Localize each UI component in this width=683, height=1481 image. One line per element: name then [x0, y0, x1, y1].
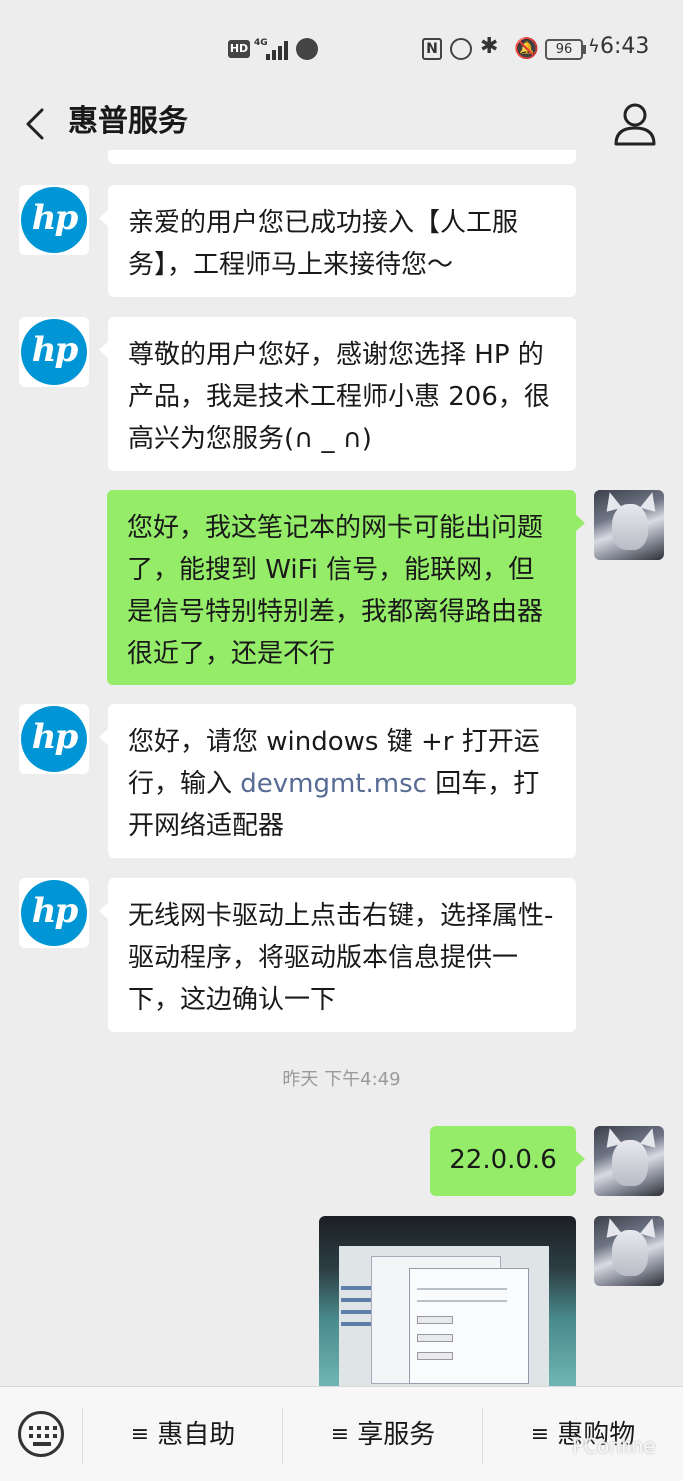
user-avatar[interactable]: [594, 490, 664, 560]
message-bubble-incoming[interactable]: 您好，请您 windows 键 +r 打开运行，输入 devmgmt.msc 回…: [99, 704, 576, 858]
photo-detail: [417, 1316, 453, 1324]
avatar-ear: [639, 1126, 661, 1148]
hp-avatar[interactable]: hp: [19, 185, 89, 255]
photo-detail: [341, 1286, 371, 1290]
image-message[interactable]: [319, 1216, 576, 1388]
user-avatar[interactable]: [594, 1126, 664, 1196]
battery-tip: [583, 45, 586, 54]
menu-divider: [282, 1407, 283, 1463]
hp-logo-text: hp: [31, 198, 79, 238]
status-time: 6:43: [600, 34, 650, 59]
profile-icon[interactable]: [612, 100, 658, 148]
signal-icon: [266, 40, 290, 60]
alarm-icon: [450, 38, 472, 60]
photo-detail: [341, 1310, 371, 1314]
photo-detail: [417, 1300, 507, 1302]
nfc-icon: N: [422, 38, 442, 60]
mute-bell-icon: 🔕: [514, 36, 539, 60]
previous-message-bubble: [108, 150, 576, 164]
menu-item-services[interactable]: ≡ 享服务: [284, 1415, 482, 1455]
hd-icon: HD: [228, 40, 250, 58]
chat-timestamp: 昨天 下午4:49: [282, 1069, 401, 1090]
menu-icon: ≡: [330, 1422, 350, 1447]
menu-divider: [482, 1407, 483, 1463]
hp-avatar[interactable]: hp: [19, 878, 89, 948]
avatar-ear: [639, 1216, 661, 1238]
menu-icon: ≡: [130, 1422, 150, 1447]
page-title: 惠普服务: [68, 104, 188, 139]
photo-detail: [341, 1298, 371, 1302]
menu-item-label: 惠自助: [157, 1420, 236, 1450]
status-bar: HD 4G N ✱ 🔕 96 ϟ 6:43: [0, 0, 683, 100]
globe-icon: [296, 38, 318, 60]
hp-logo-text: hp: [31, 717, 79, 757]
user-avatar[interactable]: [594, 1216, 664, 1286]
charging-icon: ϟ: [588, 36, 600, 57]
watermark-logo: PConline: [572, 1434, 656, 1458]
avatar-face: [612, 1140, 648, 1186]
menu-item-self-service[interactable]: ≡ 惠自助: [84, 1415, 282, 1455]
back-arrow-icon[interactable]: [22, 106, 52, 142]
hp-logo-text: hp: [31, 891, 79, 931]
message-bubble-incoming[interactable]: 亲爱的用户您已成功接入【人工服务】，工程师马上来接待您～: [99, 185, 576, 297]
message-link[interactable]: devmgmt.msc: [240, 769, 427, 799]
battery-icon: 96: [545, 39, 583, 60]
message-bubble-outgoing[interactable]: 您好，我这笔记本的网卡可能出问题了，能搜到 WiFi 信号，能联网，但是信号特别…: [107, 490, 585, 685]
menu-divider: [82, 1407, 83, 1463]
avatar-face: [612, 1230, 648, 1276]
hp-avatar[interactable]: hp: [19, 317, 89, 387]
keyboard-icon[interactable]: [18, 1411, 64, 1457]
message-bubble-outgoing[interactable]: 22.0.0.6: [430, 1126, 585, 1196]
menu-item-label: 享服务: [357, 1420, 436, 1450]
photo-detail: [417, 1352, 453, 1360]
bluetooth-icon: ✱: [480, 34, 499, 59]
avatar-face: [612, 504, 648, 550]
photo-dialog: [409, 1268, 529, 1384]
photo-detail: [417, 1334, 453, 1342]
hp-logo-text: hp: [31, 330, 79, 370]
message-bubble-incoming[interactable]: 无线网卡驱动上点击右键，选择属性-驱动程序，将驱动版本信息提供一下，这边确认一下: [99, 878, 576, 1032]
avatar-ear: [639, 490, 661, 512]
photo-detail: [417, 1288, 507, 1290]
photo-detail: [341, 1322, 371, 1326]
hp-avatar[interactable]: hp: [19, 704, 89, 774]
menu-icon: ≡: [530, 1422, 550, 1447]
message-bubble-incoming[interactable]: 尊敬的用户您好，感谢您选择 HP 的产品，我是技术工程师小惠 206，很高兴为您…: [99, 317, 576, 471]
